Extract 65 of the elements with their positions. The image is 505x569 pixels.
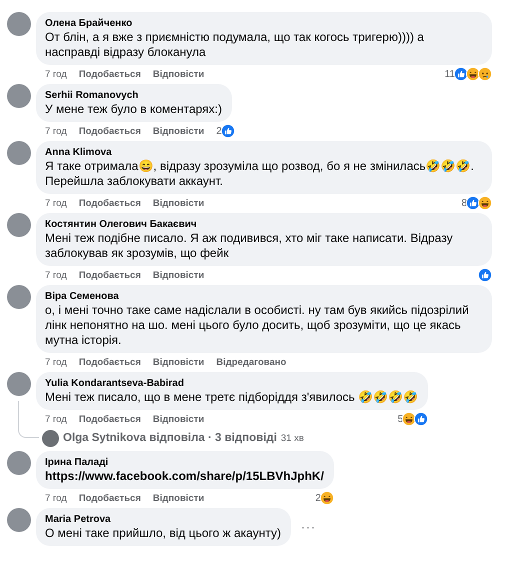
reaction-count[interactable]: 2 — [315, 492, 321, 504]
thumbs-up-icon — [466, 196, 480, 210]
laughing-face-icon — [466, 67, 480, 81]
action-link[interactable]: Відповісти — [152, 270, 204, 280]
action-link[interactable]: Відповісти — [152, 492, 204, 504]
comment-text: Мені теж писало, що в мене третє підборіддя з'явилось 🤣🤣🤣🤣 — [45, 390, 418, 405]
comment-text: У мене теж було в коментарях:) — [45, 102, 222, 117]
comment-text: о, і мені точно таке саме надіслали в особисті. ну там був якийсь підозрілий лінк непонятно на шо. мені цього було досить, щоб зрозуміти, що це якась мутна історія. — [45, 303, 470, 348]
avatar-photo[interactable] — [7, 12, 31, 36]
author-name[interactable]: Костянтин Олегович Бакаєвич — [45, 218, 482, 231]
avatar-photo[interactable] — [7, 141, 31, 165]
comment-text: Мені теж подібне писало. Я аж подивився, хто міг таке написати. Відразу заблокував як зрозумів, що фейк — [45, 231, 454, 261]
timestamp: 7 год — [45, 492, 67, 504]
action-link[interactable]: Подобається — [78, 198, 141, 208]
author-name[interactable]: Віра Семенова — [45, 290, 482, 303]
action-link[interactable]: Подобається — [78, 270, 141, 280]
avatar-photo[interactable] — [7, 508, 31, 532]
laughing-face-icon — [320, 491, 334, 505]
comment-text: О мені таке прийшло, від цього ж акаунту) — [45, 526, 281, 541]
thumbs-up-icon — [414, 412, 428, 426]
link[interactable]: https://www.facebook.com/share/p/15LBVhJphK/ — [45, 469, 324, 484]
action-link[interactable]: Подобається — [78, 68, 141, 80]
avatar-photo[interactable] — [7, 213, 31, 237]
edited-label: Відредаговано — [216, 356, 286, 368]
action-link[interactable]: Відповісти — [152, 198, 204, 208]
avatar-photo[interactable] — [7, 84, 31, 108]
action-link[interactable]: Відповісти — [152, 414, 204, 424]
avatar-photo[interactable] — [42, 430, 59, 446]
action-link[interactable]: Відповісти — [152, 126, 204, 136]
author-name[interactable]: Anna Klimova — [45, 146, 482, 159]
action-link[interactable]: Подобається — [78, 356, 141, 368]
avatar-photo[interactable] — [7, 451, 31, 475]
action-link[interactable]: Подобається — [78, 492, 141, 504]
crying-face-icon — [478, 67, 492, 81]
replies-link[interactable]: Olga Sytnikova відповіла · 3 відповіді — [63, 432, 277, 444]
author-name[interactable]: Yulia Kondarantseva-Babirad — [45, 377, 418, 390]
author-name[interactable]: Ірина Паладі — [45, 456, 324, 469]
author-name[interactable]: Maria Petrova — [45, 513, 281, 526]
reaction-count[interactable]: 5 — [398, 414, 404, 424]
thumbs-up-icon — [220, 124, 235, 138]
timestamp: 7 год — [45, 198, 67, 208]
author-name[interactable]: Serhii Romanovych — [45, 89, 222, 102]
timestamp: 7 год — [45, 68, 67, 80]
timestamp: 7 год — [45, 356, 67, 368]
action-link[interactable]: Подобається — [78, 126, 141, 136]
timestamp: 7 год — [45, 270, 67, 280]
action-link[interactable]: Відповісти — [152, 356, 204, 368]
timestamp: 31 хв — [280, 432, 304, 444]
action-link[interactable]: Подобається — [78, 414, 141, 424]
reaction-count[interactable]: 11 — [444, 68, 455, 80]
thumbs-up-icon — [478, 268, 492, 282]
laughing-face-icon — [478, 196, 492, 210]
author-name[interactable]: Олена Брайченко — [45, 17, 482, 30]
timestamp: 7 год — [45, 126, 67, 136]
reaction-count[interactable]: 2 — [216, 126, 222, 136]
reaction-count[interactable]: 8 — [461, 198, 467, 208]
timestamp: 7 год — [45, 414, 67, 424]
thread-line — [18, 401, 39, 438]
avatar-photo[interactable] — [7, 285, 31, 309]
thumbs-up-icon — [454, 67, 468, 81]
more-button[interactable]: ··· — [296, 520, 320, 534]
comment-text: Я таке отримала😄, відразу зрозуміла що розвод, бо я не змінилась🤣🤣🤣. Перейшла заблокувати аккаунт. — [45, 159, 475, 189]
comment-text: От блін, а я вже з приємністю подумала, що так когось тригерю)))) а насправді відразу блоканула — [45, 30, 425, 60]
avatar-photo[interactable] — [7, 372, 31, 396]
action-link[interactable]: Відповісти — [152, 68, 204, 80]
